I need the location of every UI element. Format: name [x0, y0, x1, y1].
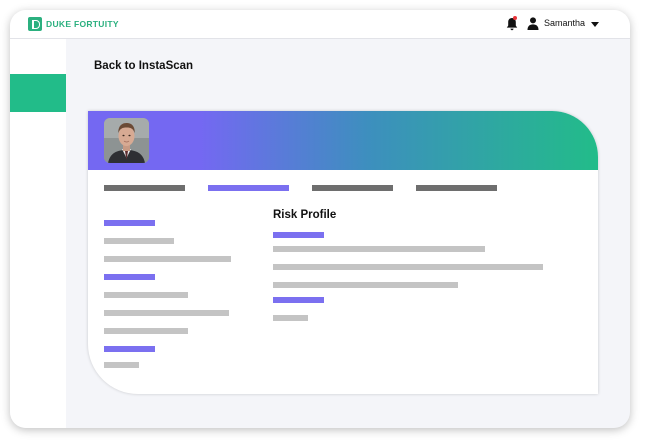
left-heading-placeholder	[104, 346, 155, 352]
left-heading-placeholder	[104, 274, 155, 280]
avatar	[104, 118, 149, 163]
left-text-placeholder	[104, 238, 174, 244]
right-heading-placeholder	[273, 232, 324, 238]
right-text-placeholder	[273, 246, 485, 252]
tab-1[interactable]	[104, 185, 185, 191]
left-text-placeholder	[104, 328, 188, 334]
left-text-placeholder	[104, 292, 188, 298]
user-icon[interactable]	[527, 17, 539, 30]
right-text-placeholder	[273, 315, 308, 321]
top-bar: DUKE FORTUITY Samantha	[10, 10, 630, 39]
brand-name: DUKE FORTUITY	[46, 19, 119, 29]
notification-badge	[513, 16, 517, 20]
brand-logo-icon	[28, 17, 42, 31]
person-photo-icon	[104, 118, 149, 163]
caret-down-icon[interactable]	[591, 22, 599, 27]
profile-card: Risk Profile	[88, 111, 598, 394]
left-text-placeholder	[104, 310, 229, 316]
left-heading-placeholder	[104, 220, 155, 226]
section-title-risk-profile: Risk Profile	[273, 209, 337, 221]
tab-2[interactable]	[208, 185, 289, 191]
right-text-placeholder	[273, 264, 543, 270]
brand-logo[interactable]: DUKE FORTUITY	[28, 17, 119, 31]
left-text-placeholder	[104, 256, 231, 262]
profile-banner	[88, 111, 598, 170]
back-to-instascan-link[interactable]: Back to InstaScan	[94, 60, 193, 72]
left-text-placeholder	[104, 362, 139, 368]
tab-4[interactable]	[416, 185, 497, 191]
user-name[interactable]: Samantha	[544, 18, 585, 28]
app-window: DUKE FORTUITY Samantha Back to InstaScan	[10, 10, 630, 428]
sidebar	[10, 39, 66, 428]
tab-3[interactable]	[312, 185, 393, 191]
right-text-placeholder	[273, 282, 458, 288]
sidebar-item-instascan[interactable]	[10, 74, 66, 112]
right-heading-placeholder	[273, 297, 324, 303]
